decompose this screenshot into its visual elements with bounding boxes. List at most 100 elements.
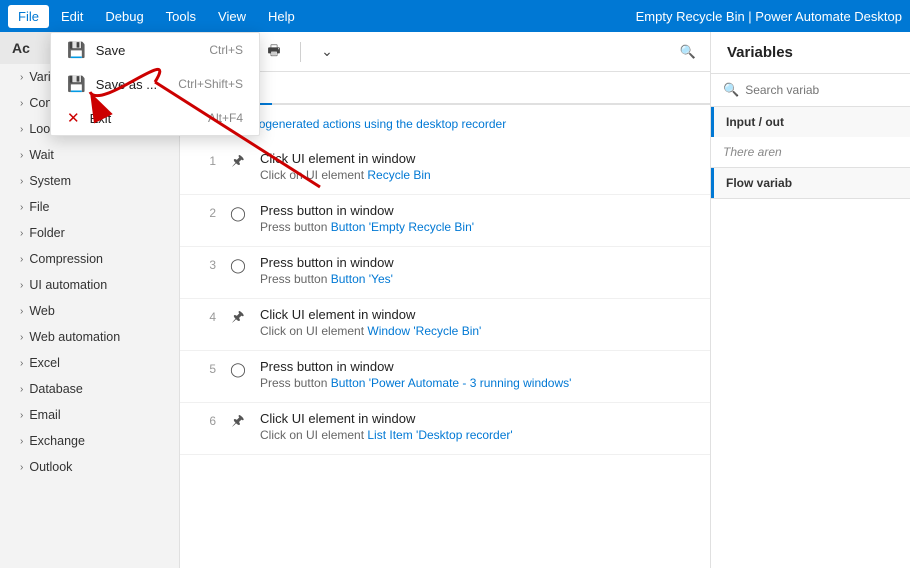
cursor-icon: 🖈 — [228, 151, 248, 171]
chevron-icon: › — [20, 280, 23, 291]
sidebar-item-file[interactable]: › File — [0, 194, 179, 220]
flow-link-1[interactable]: Recycle Bin — [367, 168, 430, 182]
flow-item-4[interactable]: 4 🖈 Click UI element in window Click on … — [180, 299, 710, 351]
chevron-icon: › — [20, 254, 23, 265]
flow-variables-header: Flow variab — [711, 168, 910, 198]
input-output-section: Input / out There aren — [711, 107, 910, 168]
menu-debug[interactable]: Debug — [95, 5, 153, 28]
save-as-label: Save as ... — [96, 77, 157, 92]
sidebar-item-label: Exchange — [29, 434, 85, 448]
sidebar-item-web-automation[interactable]: › Web automation — [0, 324, 179, 350]
flow-item-3[interactable]: 3 ◯ Press button in window Press button … — [180, 247, 710, 299]
toolbar-separator — [300, 42, 301, 62]
flow-link-5[interactable]: Button 'Power Automate - 3 running windo… — [331, 376, 572, 390]
flow-content-1: Click UI element in window Click on UI e… — [260, 151, 694, 182]
sidebar-item-label: System — [29, 174, 71, 188]
button-icon: ◯ — [228, 203, 248, 223]
window-title: Empty Recycle Bin | Power Automate Deskt… — [636, 9, 902, 24]
sidebar-item-ui-automation[interactable]: › UI automation — [0, 272, 179, 298]
flow-num-1: 1 — [196, 151, 216, 168]
flow-title-3: Press button in window — [260, 255, 694, 270]
save-as-icon: 💾 — [67, 75, 86, 93]
input-output-header: Input / out — [711, 107, 910, 137]
variables-header: Variables — [711, 32, 910, 74]
chevron-icon: › — [20, 150, 23, 161]
flow-link-6[interactable]: List Item 'Desktop recorder' — [367, 428, 512, 442]
sidebar-item-folder[interactable]: › Folder — [0, 220, 179, 246]
sidebar-item-email[interactable]: › Email — [0, 402, 179, 428]
flow-item-6[interactable]: 6 🖈 Click UI element in window Click on … — [180, 403, 710, 455]
sidebar-item-label: Web — [29, 304, 54, 318]
chevron-icon: › — [20, 176, 23, 187]
sidebar-item-database[interactable]: › Database — [0, 376, 179, 402]
flow-content-3: Press button in window Press button Butt… — [260, 255, 694, 286]
search-button[interactable]: 🔍 — [674, 38, 702, 66]
chevron-icon: › — [20, 410, 23, 421]
chevron-icon: › — [20, 202, 23, 213]
flow-link-3[interactable]: Button 'Yes' — [331, 272, 393, 286]
sidebar-item-excel[interactable]: › Excel — [0, 350, 179, 376]
desktop-button[interactable]: 🖶 — [260, 38, 288, 66]
chevron-icon: › — [20, 228, 23, 239]
flow-num-5: 5 — [196, 359, 216, 376]
chevron-icon: › — [20, 384, 23, 395]
sidebar-item-label: Folder — [29, 226, 64, 240]
input-output-content: There aren — [711, 137, 910, 167]
sidebar-item-wait[interactable]: › Wait — [0, 142, 179, 168]
flow-num-2: 2 — [196, 203, 216, 220]
sidebar-item-label: Wait — [29, 148, 54, 162]
flow-desc-3: Press button Button 'Yes' — [260, 272, 694, 286]
menu-exit[interactable]: ✕ Exit Alt+F4 — [51, 101, 259, 135]
exit-icon: ✕ — [67, 109, 80, 127]
flow-num-6: 6 — [196, 411, 216, 428]
menu-tools[interactable]: Tools — [156, 5, 206, 28]
menu-save[interactable]: 💾 Save Ctrl+S — [51, 33, 259, 67]
flow-item-2[interactable]: 2 ◯ Press button in window Press button … — [180, 195, 710, 247]
cursor-icon-2: 🖈 — [228, 307, 248, 327]
sidebar-item-label: Outlook — [29, 460, 72, 474]
chevron-icon: › — [20, 72, 23, 83]
flow-content-5: Press button in window Press button Butt… — [260, 359, 694, 390]
sidebar-item-outlook[interactable]: › Outlook — [0, 454, 179, 480]
flow-desc-4: Click on UI element Window 'Recycle Bin' — [260, 324, 694, 338]
sidebar-item-label: Database — [29, 382, 83, 396]
variables-panel: Variables 🔍 Input / out There aren Flow … — [710, 32, 910, 568]
chevron-down-button[interactable]: ⌄ — [313, 38, 341, 66]
flow-item-5[interactable]: 5 ◯ Press button in window Press button … — [180, 351, 710, 403]
sidebar-item-label: UI automation — [29, 278, 107, 292]
menu-bar: File Edit Debug Tools View Help — [8, 5, 305, 28]
search-icon: 🔍 — [723, 82, 739, 98]
chevron-icon: › — [20, 358, 23, 369]
menu-view[interactable]: View — [208, 5, 256, 28]
flow-content-4: Click UI element in window Click on UI e… — [260, 307, 694, 338]
menu-file[interactable]: File — [8, 5, 49, 28]
chevron-icon: › — [20, 98, 23, 109]
flow-title-6: Click UI element in window — [260, 411, 694, 426]
title-bar: File Edit Debug Tools View Help Empty Re… — [0, 0, 910, 32]
variables-search-bar[interactable]: 🔍 — [711, 74, 910, 107]
chevron-icon: › — [20, 332, 23, 343]
flow-link-4[interactable]: Window 'Recycle Bin' — [367, 324, 481, 338]
chevron-icon: › — [20, 306, 23, 317]
variables-search-input[interactable] — [745, 83, 900, 97]
menu-save-as[interactable]: 💾 Save as ... Ctrl+Shift+S — [51, 67, 259, 101]
button-icon-3: ◯ — [228, 359, 248, 379]
sidebar-item-compression[interactable]: › Compression — [0, 246, 179, 272]
flow-desc-2: Press button Button 'Empty Recycle Bin' — [260, 220, 694, 234]
save-as-shortcut: Ctrl+Shift+S — [178, 77, 243, 91]
save-shortcut: Ctrl+S — [209, 43, 243, 57]
menu-help[interactable]: Help — [258, 5, 305, 28]
flow-item-1[interactable]: 1 🖈 Click UI element in window Click on … — [180, 143, 710, 195]
flow-link-2[interactable]: Button 'Empty Recycle Bin' — [331, 220, 474, 234]
menu-edit[interactable]: Edit — [51, 5, 93, 28]
sidebar-item-system[interactable]: › System — [0, 168, 179, 194]
sidebar-item-label: Excel — [29, 356, 60, 370]
sidebar-item-web[interactable]: › Web — [0, 298, 179, 324]
exit-shortcut: Alt+F4 — [208, 111, 243, 125]
flow-title-2: Press button in window — [260, 203, 694, 218]
exit-label: Exit — [90, 111, 112, 126]
chevron-icon: › — [20, 436, 23, 447]
chevron-icon: › — [20, 124, 23, 135]
sidebar-item-exchange[interactable]: › Exchange — [0, 428, 179, 454]
flow-desc-6: Click on UI element List Item 'Desktop r… — [260, 428, 694, 442]
